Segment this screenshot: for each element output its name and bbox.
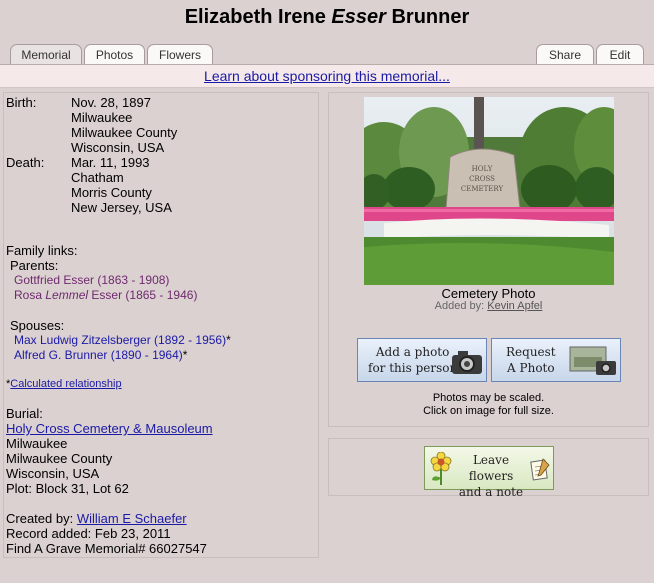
tab-memorial[interactable]: Memorial — [10, 44, 82, 64]
leave-flowers-button[interactable]: Leave flowers and a note — [424, 446, 554, 499]
note-icon — [530, 458, 550, 481]
photo-note: Click on image for full size. — [423, 405, 554, 417]
cemetery-photo-image: HOLY CROSS CEMETERY — [364, 97, 614, 285]
sponsor-bar: Learn about sponsoring this memorial... — [0, 64, 654, 88]
photo-note: Photos may be scaled. — [432, 392, 545, 404]
death-place-line: New Jersey, USA — [71, 200, 172, 215]
photo-caption: Cemetery Photo — [441, 286, 536, 301]
tab-photos[interactable]: Photos — [84, 44, 145, 64]
calculated-relationship-note: *Calculated relationship — [6, 378, 122, 390]
birth-place-line: Wisconsin, USA — [71, 140, 165, 155]
tab-share[interactable]: Share — [536, 44, 594, 64]
parent-link[interactable]: Gottfried Esser (1863 - 1908) — [14, 273, 169, 288]
spouses-label: Spouses: — [10, 318, 65, 333]
parents-label: Parents: — [10, 258, 59, 273]
flower-icon — [430, 452, 452, 485]
death-place-line: Morris County — [71, 185, 152, 200]
family-links-heading: Family links: — [6, 243, 78, 258]
sign-text-line: CEMETERY — [461, 185, 504, 193]
request-photo-button[interactable]: Request A Photo — [491, 338, 621, 382]
spouse-entry: Alfred G. Brunner (1890 - 1964)* — [14, 348, 188, 362]
memorial-id: Find A Grave Memorial# 66027547 — [6, 541, 207, 556]
cemetery-photo[interactable]: HOLY CROSS CEMETERY — [364, 97, 614, 285]
burial-label: Burial: — [6, 406, 43, 421]
death-place-line: Chatham — [71, 170, 124, 185]
photo-request-icon — [569, 346, 616, 375]
photo-contributor-link[interactable]: Kevin Apfel — [487, 300, 542, 312]
birth-label: Birth: — [6, 95, 37, 110]
sign-text-line: HOLY — [472, 165, 493, 173]
creator-link[interactable]: William E Schaefer — [77, 511, 187, 526]
death-label: Death: — [6, 155, 45, 170]
burial-line: Milwaukee — [6, 436, 68, 451]
cemetery-link[interactable]: Holy Cross Cemetery & Mausoleum — [6, 421, 213, 436]
tab-edit[interactable]: Edit — [596, 44, 644, 64]
page-title: Elizabeth Irene Esser Brunner — [184, 6, 470, 28]
spouse-link[interactable]: Max Ludwig Zitzelsberger (1892 - 1956) — [14, 333, 226, 347]
birth-place-line: Milwaukee County — [71, 125, 178, 140]
birth-place-line: Milwaukee — [71, 110, 133, 125]
tab-flowers[interactable]: Flowers — [147, 44, 213, 64]
spouse-link[interactable]: Alfred G. Brunner (1890 - 1964) — [14, 348, 183, 362]
add-photo-button[interactable]: Add a photo for this person — [357, 338, 487, 382]
burial-line: Wisconsin, USA — [6, 466, 100, 481]
burial-line: Milwaukee County — [6, 451, 113, 466]
calculated-relationship-link[interactable]: Calculated relationship — [10, 378, 121, 390]
record-added: Record added: Feb 23, 2011 — [6, 526, 171, 541]
death-date: Mar. 11, 1993 — [71, 155, 150, 170]
parent-link[interactable]: Rosa Lemmel Esser (1865 - 1946) — [14, 288, 197, 303]
sign-text-line: CROSS — [469, 175, 495, 183]
burial-plot: Plot: Block 31, Lot 62 — [6, 481, 129, 496]
photo-added-by: Added by: Kevin Apfel — [434, 300, 543, 312]
created-by-row: Created by: William E Schaefer — [6, 511, 187, 526]
birth-date: Nov. 28, 1897 — [71, 95, 151, 110]
camera-icon — [452, 351, 482, 374]
spouse-entry: Max Ludwig Zitzelsberger (1892 - 1956)* — [14, 333, 231, 347]
sponsor-link[interactable]: Learn about sponsoring this memorial... — [204, 68, 450, 84]
